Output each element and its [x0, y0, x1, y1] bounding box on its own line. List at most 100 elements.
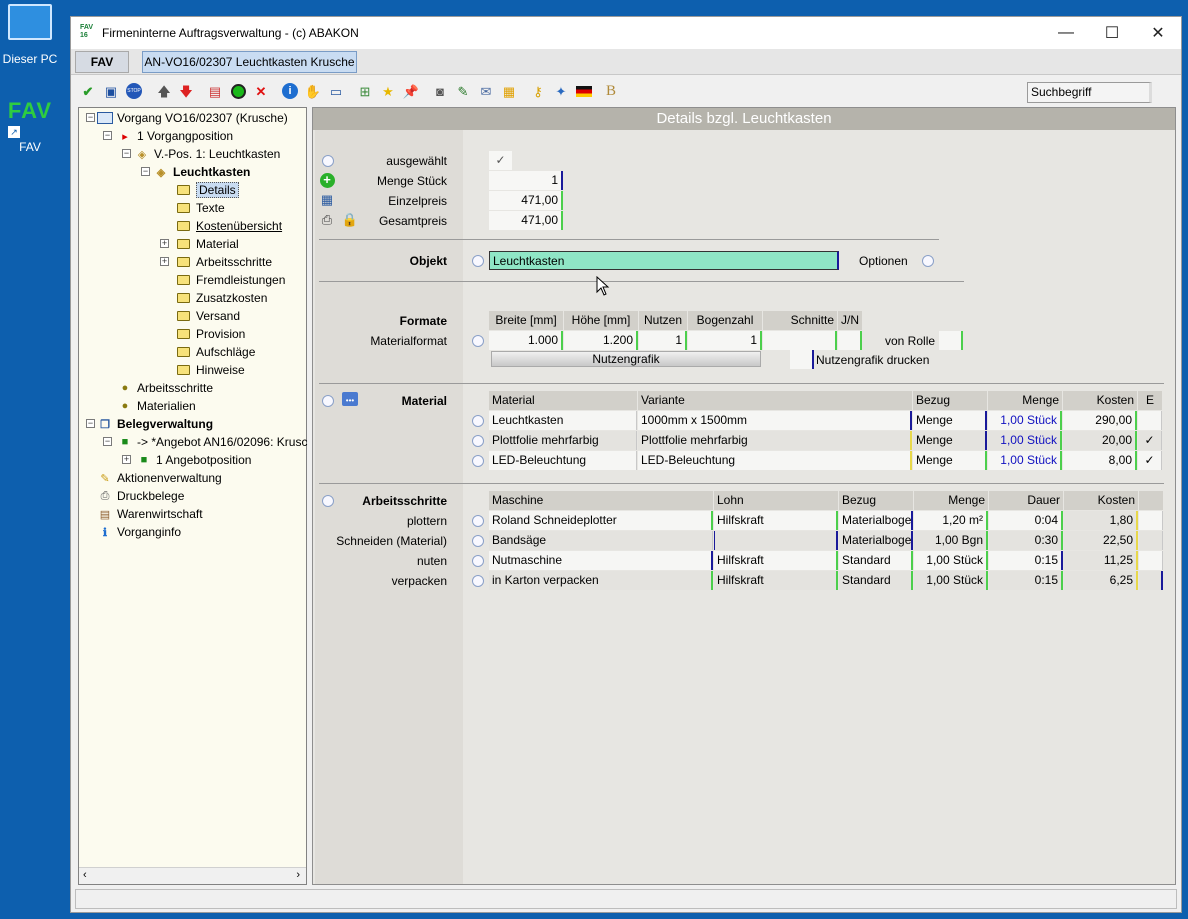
stop-icon[interactable]: STOP: [125, 82, 143, 100]
search-input[interactable]: Suchbegriff: [1027, 82, 1152, 103]
tab-fav[interactable]: FAV: [75, 51, 129, 73]
menge-cell[interactable]: 1,00 Stück: [988, 451, 1062, 470]
maschine-cell[interactable]: Roland Schneideplotter: [489, 511, 713, 530]
as-row-radio[interactable]: [472, 555, 484, 567]
material-cell[interactable]: Plottfolie mehrfarbig: [489, 431, 637, 450]
edit-icon[interactable]: ✎: [454, 82, 472, 100]
objekt-field[interactable]: Leuchtkasten: [489, 251, 839, 270]
info-icon[interactable]: i: [281, 82, 299, 100]
breite-field[interactable]: 1.000: [489, 331, 563, 350]
kosten-cell[interactable]: 6,25: [1064, 571, 1138, 590]
tab-vorgang[interactable]: AN-VO16/02307 Leuchtkasten Krusche: [142, 51, 357, 73]
bezug-cell[interactable]: Materialbogen: [839, 511, 913, 530]
e-cell[interactable]: [1138, 411, 1162, 430]
collapse-toggle[interactable]: −: [86, 113, 95, 122]
extra-cell[interactable]: [1139, 511, 1163, 530]
extra-cell[interactable]: [1139, 551, 1163, 570]
monitor-icon[interactable]: ▭: [327, 82, 345, 100]
tree-node-angebotposition[interactable]: ■ 1 Angebotposition: [136, 451, 252, 469]
tree-horizontal-scrollbar[interactable]: ‹ ›: [79, 867, 306, 884]
tree-node-arbeitsschritte[interactable]: ● Arbeitsschritte: [117, 379, 213, 397]
tree-node-vorganginfo[interactable]: ℹ Vorganginfo: [97, 523, 181, 541]
extra-cell[interactable]: [1139, 531, 1163, 550]
nutzengrafik-button[interactable]: Nutzengrafik: [491, 351, 761, 367]
dauer-cell[interactable]: 0:15: [989, 551, 1063, 570]
materialformat-radio[interactable]: [472, 335, 484, 347]
ausgewaehlt-checkbox[interactable]: ✓: [489, 151, 512, 170]
tree-node-aktionenverwaltung[interactable]: ✎ Aktionenverwaltung: [97, 469, 221, 487]
arrow-down-icon[interactable]: 🡇: [177, 82, 195, 100]
menge-cell[interactable]: 1,20 m²: [914, 511, 988, 530]
von-rolle-checkbox[interactable]: [939, 331, 963, 350]
e-cell[interactable]: ✓: [1138, 431, 1162, 450]
maschine-cell[interactable]: Nutmaschine: [489, 551, 713, 570]
lohn-cell[interactable]: [714, 531, 838, 550]
kosten-cell[interactable]: 1,80: [1064, 511, 1138, 530]
key-icon[interactable]: ⚷: [529, 82, 547, 100]
bezug-cell[interactable]: Menge: [913, 431, 987, 450]
bold-b-icon[interactable]: B: [602, 82, 620, 100]
dauer-cell[interactable]: 0:30: [989, 531, 1063, 550]
maschine-cell[interactable]: Bandsäge: [489, 531, 713, 550]
expand-toggle[interactable]: +: [122, 455, 131, 464]
close-button[interactable]: ✕: [1135, 17, 1181, 49]
note-icon[interactable]: ▦: [500, 82, 518, 100]
menge-cell[interactable]: 1,00 Stück: [988, 411, 1062, 430]
jn-field[interactable]: [838, 331, 862, 350]
pin-icon[interactable]: 📌: [402, 82, 420, 100]
collapse-toggle[interactable]: −: [141, 167, 150, 176]
tree-node-material[interactable]: Material: [175, 235, 239, 253]
gesamtpreis-field[interactable]: 471,00: [489, 211, 563, 230]
kosten-cell[interactable]: 20,00: [1063, 431, 1137, 450]
maschine-cell[interactable]: in Karton verpacken: [489, 571, 713, 590]
chevron-left-icon[interactable]: ‹: [83, 869, 87, 881]
material-icon[interactable]: •••: [341, 390, 359, 408]
title-bar[interactable]: FAV 16 Firmeninterne Auftragsverwaltung -…: [71, 17, 1181, 49]
as-row-radio[interactable]: [472, 515, 484, 527]
menge-cell[interactable]: 1,00 Stück: [988, 431, 1062, 450]
material-row-radio[interactable]: [472, 455, 484, 467]
material-row-radio[interactable]: [472, 435, 484, 447]
tree-icon[interactable]: ⊞: [356, 82, 374, 100]
camera-icon[interactable]: ◙: [431, 82, 449, 100]
material-row-radio[interactable]: [472, 415, 484, 427]
tree-node-belegverwaltung[interactable]: ❐ Belegverwaltung: [97, 415, 213, 433]
save-icon[interactable]: ▣: [102, 82, 120, 100]
extra-cell[interactable]: [1139, 571, 1163, 590]
ausgewaehlt-radio[interactable]: [322, 155, 334, 167]
lohn-cell[interactable]: Hilfskraft: [714, 551, 838, 570]
hand-icon[interactable]: ✋: [304, 82, 322, 100]
collapse-toggle[interactable]: −: [122, 149, 131, 158]
lohn-cell[interactable]: Hilfskraft: [714, 511, 838, 530]
dauer-cell[interactable]: 0:15: [989, 571, 1063, 590]
material-radio[interactable]: [322, 395, 334, 407]
calculator-icon[interactable]: ▦: [318, 191, 336, 209]
variante-cell[interactable]: LED-Beleuchtung: [638, 451, 912, 470]
tree-node-fremdleistungen[interactable]: Fremdleistungen: [175, 271, 285, 289]
as-row-radio[interactable]: [472, 575, 484, 587]
menge-cell[interactable]: 1,00 Stück: [914, 551, 988, 570]
tree-node-provision[interactable]: Provision: [175, 325, 245, 343]
minimize-button[interactable]: —: [1043, 17, 1089, 49]
nutzen-field[interactable]: 1: [639, 331, 687, 350]
wand-icon[interactable]: ✦: [552, 82, 570, 100]
hoehe-field[interactable]: 1.200: [564, 331, 638, 350]
tree-node-vorgangposition[interactable]: ▸ 1 Vorgangposition: [117, 127, 233, 145]
menge-cell[interactable]: 1,00 Bgn: [914, 531, 988, 550]
tree-node-zusatzkosten[interactable]: Zusatzkosten: [175, 289, 267, 307]
bezug-cell[interactable]: Standard: [839, 571, 913, 590]
variante-cell[interactable]: Plottfolie mehrfarbig: [638, 431, 912, 450]
tree-node-materialien[interactable]: ● Materialien: [117, 397, 196, 415]
kosten-cell[interactable]: 11,25: [1064, 551, 1138, 570]
variante-cell[interactable]: 1000mm x 1500mm: [638, 411, 912, 430]
chevron-right-icon[interactable]: ›: [296, 869, 300, 881]
new-doc-icon[interactable]: ▤: [206, 82, 224, 100]
material-cell[interactable]: Leuchtkasten: [489, 411, 637, 430]
expand-toggle[interactable]: +: [160, 257, 169, 266]
objekt-radio[interactable]: [472, 255, 484, 267]
lock-icon[interactable]: 🔒: [341, 211, 359, 229]
arbeitsschritte-radio[interactable]: [322, 495, 334, 507]
collapse-toggle[interactable]: −: [103, 131, 112, 140]
bezug-cell[interactable]: Standard: [839, 551, 913, 570]
desktop-icon-fav[interactable]: FAV ↗ FAV: [0, 98, 60, 154]
